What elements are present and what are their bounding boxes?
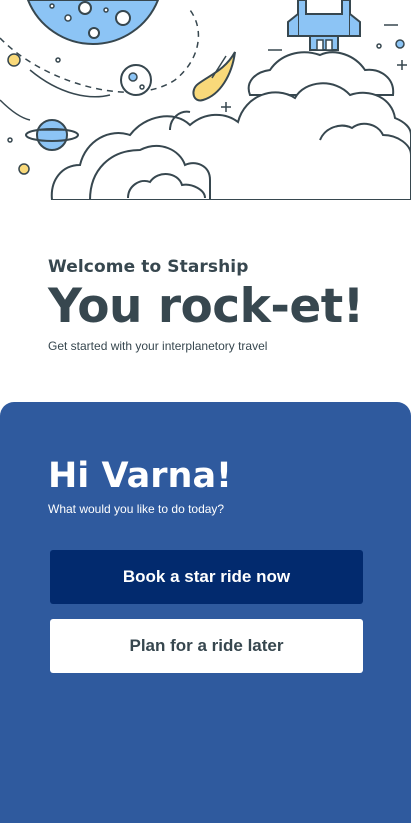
book-ride-now-button[interactable]: Book a star ride now: [50, 550, 363, 604]
greeting-heading: Hi Varna!: [48, 456, 233, 496]
welcome-kicker: Welcome to Starship: [48, 257, 249, 277]
greeting-question: What would you like to do today?: [48, 502, 225, 516]
welcome-subtitle: Get started with your interplanetory tra…: [48, 339, 268, 353]
cloud-illustration: [50, 51, 411, 200]
planet-illustration: [26, 0, 160, 46]
comet-illustration: [192, 51, 236, 102]
moon-illustration: [120, 64, 152, 96]
welcome-section: Welcome to Starship You rock-et! Get sta…: [48, 256, 388, 353]
action-panel: Hi Varna! What would you like to do toda…: [0, 402, 411, 823]
rocket-illustration: [287, 0, 361, 51]
plan-ride-later-button[interactable]: Plan for a ride later: [50, 619, 363, 673]
hero-illustration: [0, 0, 411, 200]
page-title: You rock-et!: [48, 279, 364, 334]
